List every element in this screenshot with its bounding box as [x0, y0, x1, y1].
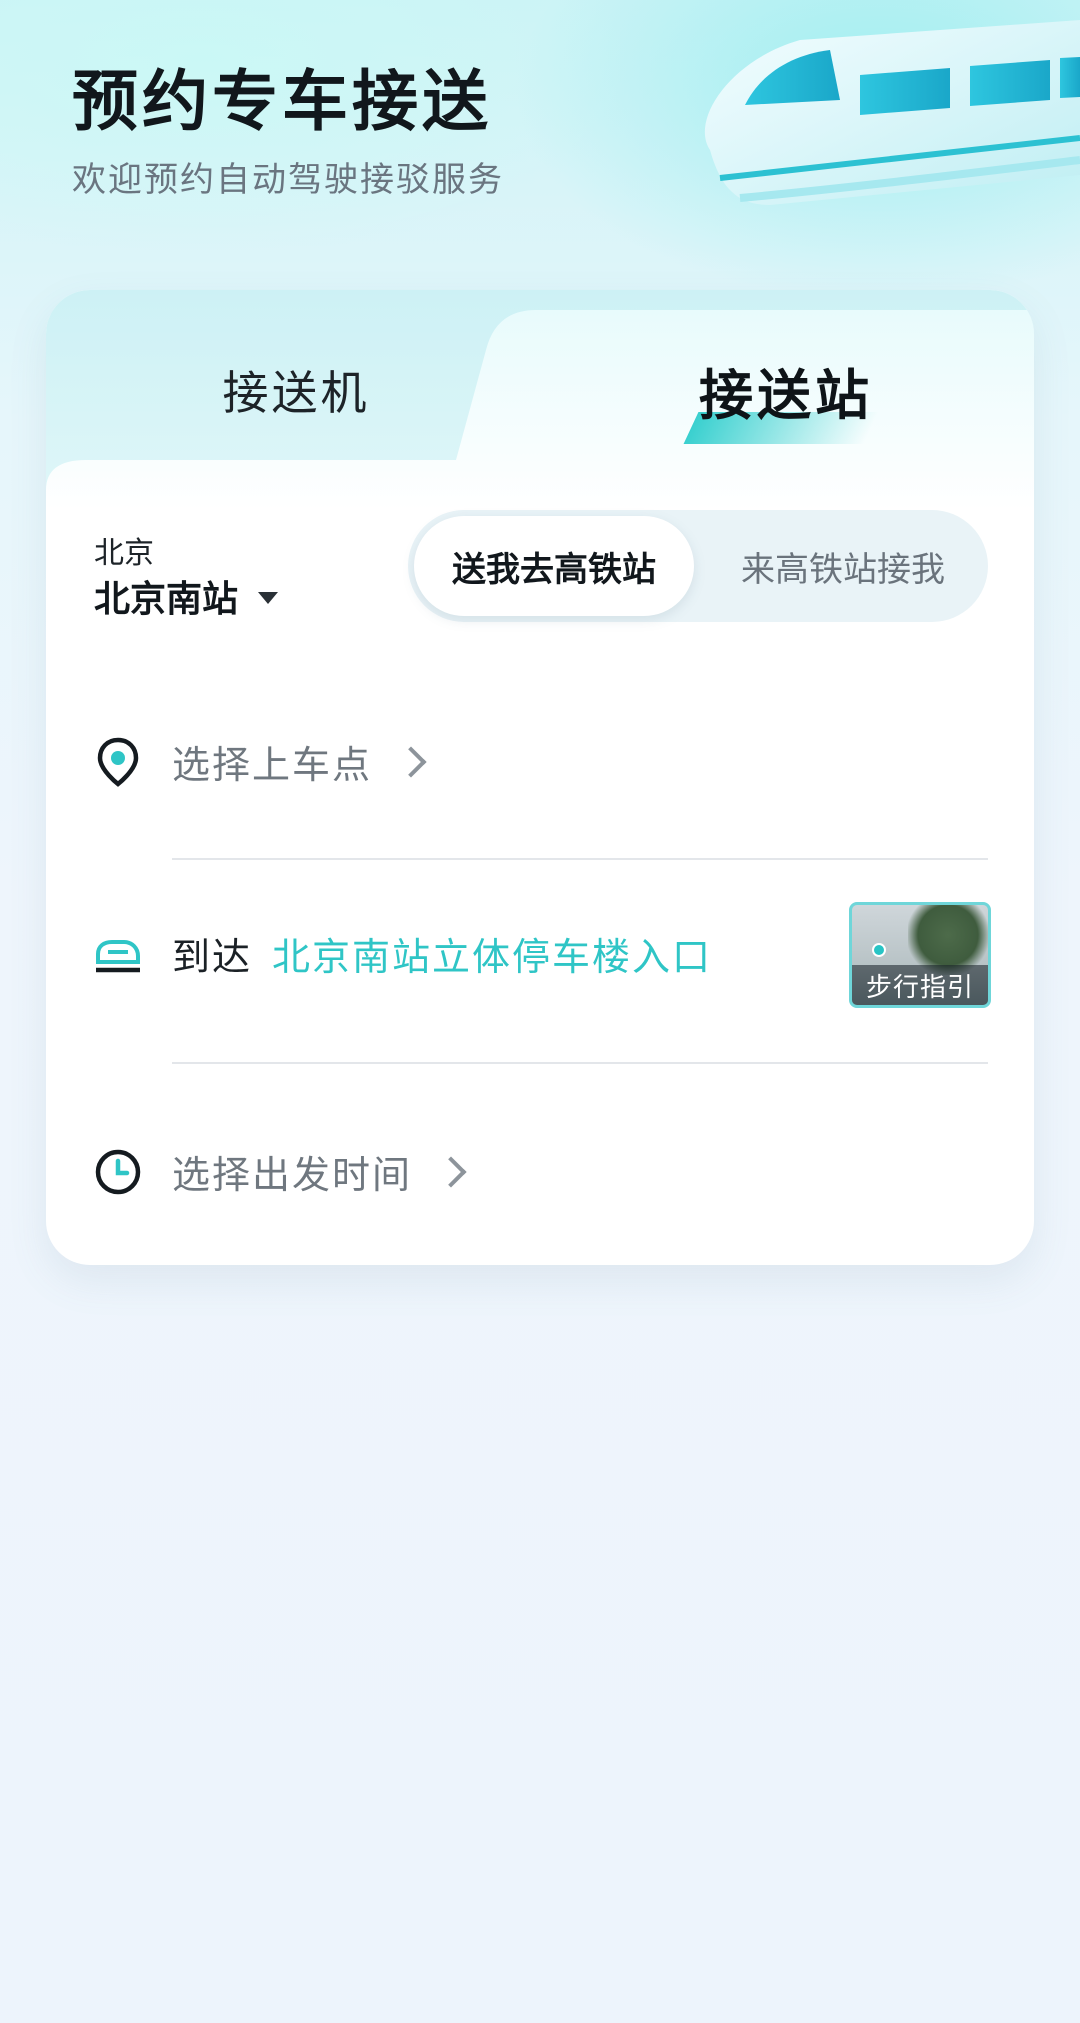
option-from-station[interactable]: 来高铁站接我 — [708, 516, 978, 616]
tab-station-label: 接送站 — [699, 363, 873, 427]
train-illustration — [704, 20, 1080, 205]
page-subtitle: 欢迎预约自动驾驶接驳服务 — [72, 160, 504, 200]
divider — [172, 1062, 988, 1064]
arrival-label: 到达 — [172, 935, 253, 979]
chevron-right-icon — [395, 745, 427, 778]
arrival-destination: 北京南站立体停车楼入口 — [272, 935, 713, 979]
pickup-point-row[interactable]: 选择上车点 — [94, 734, 427, 789]
city-label: 北京 — [94, 536, 154, 571]
pickup-placeholder: 选择上车点 — [172, 743, 373, 787]
location-pin-icon — [94, 737, 142, 787]
train-icon — [94, 930, 142, 978]
time-placeholder: 选择出发时间 — [172, 1153, 413, 1197]
booking-card: 接送机 接送站 北京 北京南站 送我去高铁站 来高铁站接我 选择上车点 到达 北… — [46, 290, 1034, 1265]
departure-time-row[interactable]: 选择出发时间 — [94, 1144, 467, 1199]
map-pin-icon — [872, 943, 886, 957]
direction-toggle: 送我去高铁站 来高铁站接我 — [408, 510, 988, 622]
clock-icon — [94, 1148, 142, 1196]
walking-guide-thumbnail[interactable]: 步行指引 — [849, 902, 991, 1008]
divider — [172, 858, 988, 860]
option-to-station[interactable]: 送我去高铁站 — [414, 516, 694, 616]
station-name: 北京南站 — [94, 579, 239, 620]
caret-down-icon — [258, 592, 279, 604]
chevron-right-icon — [435, 1155, 467, 1188]
station-selector[interactable]: 北京南站 — [94, 570, 279, 622]
page-title: 预约专车接送 — [72, 63, 492, 140]
tab-station-transfer[interactable]: 接送站 — [626, 350, 946, 430]
arrival-row: 到达 北京南站立体停车楼入口 — [94, 926, 712, 981]
tab-airport-transfer[interactable]: 接送机 — [136, 350, 456, 430]
walking-guide-label: 步行指引 — [852, 965, 988, 1005]
